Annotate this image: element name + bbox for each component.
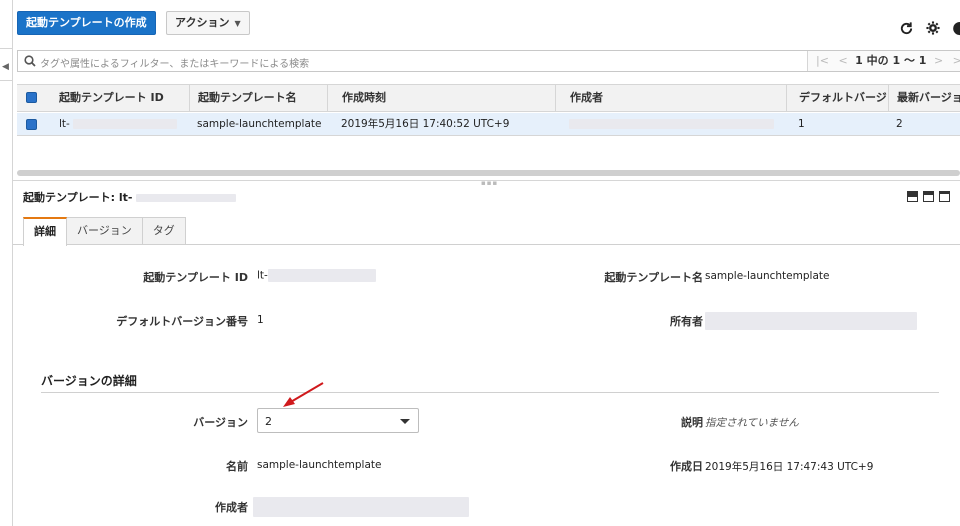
horizontal-scrollbar[interactable] bbox=[17, 170, 960, 176]
field-label-version-creator: 作成者 bbox=[215, 501, 248, 514]
rail-divider bbox=[0, 80, 13, 81]
refresh-icon[interactable] bbox=[899, 21, 914, 36]
version-details-heading: バージョンの詳細 bbox=[41, 374, 137, 388]
gear-icon[interactable] bbox=[926, 21, 940, 35]
redacted-id bbox=[73, 119, 178, 129]
field-label-template-id: 起動テンプレート ID bbox=[143, 271, 248, 284]
actions-dropdown-button[interactable]: アクション ▼ bbox=[166, 11, 250, 35]
collapse-sidebar-icon[interactable]: ◀ bbox=[2, 62, 9, 72]
template-id-prefix: lt- bbox=[257, 269, 268, 282]
version-selected-value: 2 bbox=[265, 415, 272, 428]
field-label-created-date: 作成日 bbox=[670, 460, 703, 473]
left-rail: ◀ bbox=[0, 0, 13, 526]
table-header: 起動テンプレート ID 起動テンプレート名 作成時刻 作成者 デフォルトバージ … bbox=[17, 84, 960, 112]
field-value-description: 指定されていません bbox=[705, 417, 799, 429]
redacted-template-id bbox=[267, 269, 376, 282]
column-header-name[interactable]: 起動テンプレート名 bbox=[189, 85, 327, 111]
row-latest-version: 2 bbox=[896, 118, 903, 130]
field-value-version-name: sample-launchtemplate bbox=[257, 459, 382, 471]
column-header-creator[interactable]: 作成者 bbox=[555, 85, 786, 111]
row-id-cell: lt- bbox=[59, 113, 189, 135]
pagination: |< < 1 中の 1 〜 1 > >| bbox=[807, 51, 960, 71]
main-area: 起動テンプレートの作成 アクション ▼ タグや属性によるフィルター、またはキーワー… bbox=[13, 0, 960, 526]
section-divider bbox=[41, 392, 939, 393]
create-launch-template-button[interactable]: 起動テンプレートの作成 bbox=[17, 11, 156, 35]
select-all-checkbox[interactable] bbox=[26, 92, 37, 103]
version-select[interactable]: 2 bbox=[257, 408, 419, 433]
field-value-template-id: lt- bbox=[257, 269, 376, 282]
row-creator-cell bbox=[569, 113, 779, 135]
redacted-creator bbox=[569, 119, 774, 129]
tab-tags[interactable]: タグ bbox=[141, 217, 186, 245]
field-value-version-creator bbox=[253, 497, 469, 517]
table-row[interactable]: lt- sample-launchtemplate 2019年5月16日 17:… bbox=[17, 113, 960, 136]
prev-page-button[interactable]: < bbox=[838, 54, 847, 67]
detail-title-text: 起動テンプレート: lt- bbox=[23, 191, 133, 204]
actions-label: アクション bbox=[175, 16, 230, 29]
row-checkbox[interactable] bbox=[26, 119, 37, 130]
toolbar-icons bbox=[899, 20, 960, 36]
page-count: 1 中の 1 〜 1 bbox=[855, 54, 927, 67]
tabs-underline bbox=[13, 244, 960, 245]
column-header-id[interactable]: 起動テンプレート ID bbox=[59, 85, 189, 111]
search-icon bbox=[24, 55, 36, 67]
detail-pane-title: 起動テンプレート: lt- bbox=[23, 189, 237, 205]
column-header-default-version[interactable]: デフォルトバージ bbox=[786, 85, 888, 111]
tab-details[interactable]: 詳細 bbox=[23, 217, 67, 246]
row-id: lt- bbox=[59, 118, 70, 130]
search-filter-bar[interactable]: タグや属性によるフィルター、またはキーワードによる検索 |< < 1 中の 1 … bbox=[17, 50, 960, 72]
row-created: 2019年5月16日 17:40:52 UTC+9 bbox=[341, 118, 510, 130]
pane-split-icon[interactable] bbox=[923, 191, 934, 202]
splitter-grip-icon[interactable]: ▪▪▪ bbox=[481, 180, 498, 187]
detail-tabs: 詳細 バージョン タグ bbox=[23, 217, 186, 246]
pane-top-icon[interactable] bbox=[939, 191, 950, 202]
first-page-button[interactable]: |< bbox=[816, 54, 829, 67]
caret-down-icon bbox=[400, 419, 410, 424]
next-page-button[interactable]: > bbox=[934, 54, 943, 67]
column-header-latest-version[interactable]: 最新バージョン bbox=[888, 85, 960, 111]
redacted-owner bbox=[705, 312, 917, 330]
chevron-down-icon: ▼ bbox=[234, 19, 241, 28]
row-name: sample-launchtemplate bbox=[197, 118, 322, 130]
field-label-version: バージョン bbox=[193, 416, 248, 429]
search-placeholder: タグや属性によるフィルター、またはキーワードによる検索 bbox=[40, 59, 310, 70]
pane-bottom-icon[interactable] bbox=[907, 191, 918, 202]
field-value-owner bbox=[705, 312, 917, 330]
redacted-version-creator bbox=[253, 497, 469, 517]
field-value-created-date: 2019年5月16日 17:47:43 UTC+9 bbox=[705, 461, 874, 473]
column-header-created[interactable]: 作成時刻 bbox=[327, 85, 555, 111]
field-label-version-name: 名前 bbox=[226, 460, 248, 473]
redacted-template-id bbox=[136, 194, 237, 202]
pane-layout-controls bbox=[907, 191, 950, 202]
field-label-template-name: 起動テンプレート名 bbox=[604, 271, 703, 284]
field-value-template-name: sample-launchtemplate bbox=[705, 270, 830, 282]
field-label-description: 説明 bbox=[681, 416, 703, 429]
field-value-default-version: 1 bbox=[257, 314, 264, 326]
rail-divider bbox=[0, 48, 13, 49]
last-page-button[interactable]: >| bbox=[953, 54, 960, 67]
toolbar: 起動テンプレートの作成 アクション ▼ bbox=[13, 0, 960, 46]
field-label-default-version: デフォルトバージョン番号 bbox=[116, 315, 248, 328]
annotation-arrow-icon bbox=[283, 382, 324, 407]
field-label-owner: 所有者 bbox=[670, 315, 703, 328]
row-default-version: 1 bbox=[798, 118, 805, 130]
tab-versions[interactable]: バージョン bbox=[66, 217, 143, 245]
help-icon[interactable] bbox=[952, 21, 960, 36]
